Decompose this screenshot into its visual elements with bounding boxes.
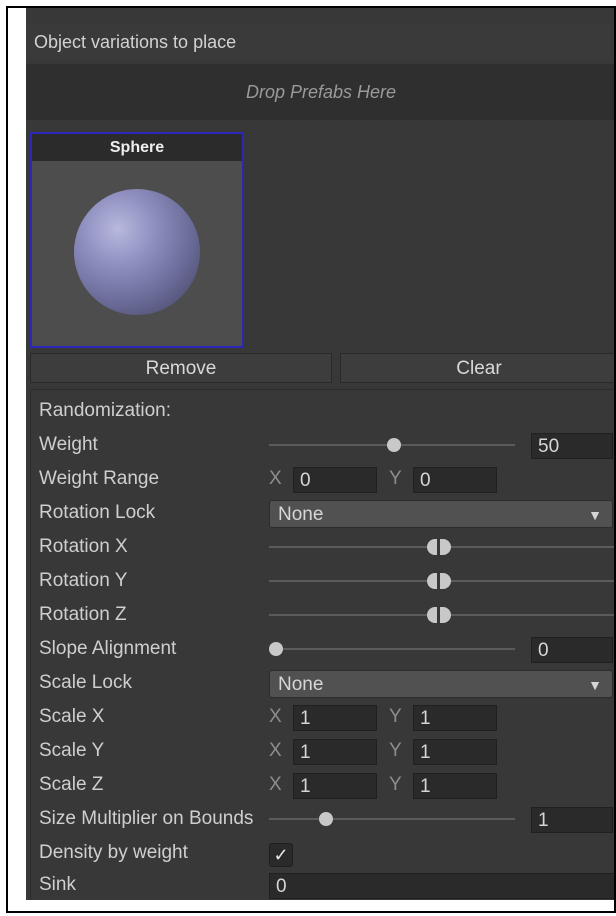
scale-lock-row: Scale Lock None ▼ <box>31 666 614 700</box>
size-multiplier-slider-track[interactable] <box>269 818 515 820</box>
scale-z-label: Scale Z <box>39 774 104 795</box>
randomization-header-row: Randomization: <box>31 394 614 428</box>
sink-label: Sink <box>39 874 76 895</box>
scale-z-y-field[interactable]: 1 <box>413 773 497 799</box>
scale-lock-value: None <box>278 674 324 695</box>
rotation-lock-row: Rotation Lock None ▼ <box>31 496 614 530</box>
rotation-x-minmax-knob[interactable] <box>427 539 451 555</box>
check-icon: ✓ <box>273 845 289 865</box>
rotation-z-minmax-knob[interactable] <box>427 607 451 623</box>
inspector-frame: Object variations to place Drop Prefabs … <box>6 6 616 913</box>
scale-lock-label: Scale Lock <box>39 672 132 693</box>
randomization-panel: Randomization: Weight 50 Weight Range X … <box>30 389 614 900</box>
weight-row: Weight 50 <box>31 428 614 462</box>
section-title: Object variations to place <box>26 24 614 60</box>
weight-label: Weight <box>39 434 98 455</box>
rotation-y-minmax-knob[interactable] <box>427 573 451 589</box>
weight-range-x-label: X <box>269 468 282 489</box>
rotation-z-label: Rotation Z <box>39 604 127 625</box>
sink-row: Sink 0 <box>31 868 614 900</box>
scale-x-label: Scale X <box>39 706 105 727</box>
weight-range-label: Weight Range <box>39 468 160 489</box>
scale-y-y-field[interactable]: 1 <box>413 739 497 765</box>
rotation-lock-label: Rotation Lock <box>39 502 156 523</box>
sphere-preview <box>74 189 200 315</box>
weight-range-row: Weight Range X 0 Y 0 <box>31 462 614 496</box>
size-multiplier-slider-knob[interactable] <box>319 812 333 826</box>
density-by-weight-checkbox[interactable]: ✓ <box>269 843 293 867</box>
prefab-tile-sphere[interactable]: Sphere <box>30 132 244 348</box>
rotation-x-row: Rotation X <box>31 530 614 564</box>
rotation-y-label: Rotation Y <box>39 570 128 591</box>
randomization-title: Randomization: <box>39 400 172 421</box>
scale-x-row: Scale X X 1 Y 1 <box>31 700 614 734</box>
size-multiplier-field[interactable]: 1 <box>531 807 613 833</box>
scale-z-row: Scale Z X 1 Y 1 <box>31 768 614 802</box>
scale-y-label: Scale Y <box>39 740 105 761</box>
slope-alignment-label: Slope Alignment <box>39 638 177 659</box>
scale-y-row: Scale Y X 1 Y 1 <box>31 734 614 768</box>
scale-y-y-label: Y <box>389 740 402 761</box>
scale-x-y-field[interactable]: 1 <box>413 705 497 731</box>
clear-button[interactable]: Clear <box>340 353 614 383</box>
size-multiplier-label: Size Multiplier on Bounds <box>39 808 254 829</box>
rotation-y-row: Rotation Y <box>31 564 614 598</box>
drop-prefabs-zone[interactable]: Drop Prefabs Here <box>26 64 614 120</box>
dropdown-arrow-icon: ▼ <box>588 677 602 693</box>
weight-range-y-field[interactable]: 0 <box>413 467 497 493</box>
rotation-x-label: Rotation X <box>39 536 128 557</box>
slope-alignment-row: Slope Alignment 0 <box>31 632 614 666</box>
weight-slider-knob[interactable] <box>387 438 401 452</box>
rotation-lock-dropdown[interactable]: None ▼ <box>269 500 613 528</box>
size-multiplier-row: Size Multiplier on Bounds 1 <box>31 802 614 836</box>
rotation-z-row: Rotation Z <box>31 598 614 632</box>
inspector-panel: Object variations to place Drop Prefabs … <box>26 8 614 900</box>
scale-x-y-label: Y <box>389 706 402 727</box>
weight-range-x-field[interactable]: 0 <box>293 467 377 493</box>
sink-field[interactable]: 0 <box>269 873 614 899</box>
slope-alignment-slider-knob[interactable] <box>269 642 283 656</box>
remove-button[interactable]: Remove <box>30 353 332 383</box>
scale-y-x-label: X <box>269 740 282 761</box>
scale-y-x-field[interactable]: 1 <box>293 739 377 765</box>
scale-z-x-field[interactable]: 1 <box>293 773 377 799</box>
scale-z-y-label: Y <box>389 774 402 795</box>
weight-field[interactable]: 50 <box>531 433 613 459</box>
scale-x-x-field[interactable]: 1 <box>293 705 377 731</box>
scale-lock-dropdown[interactable]: None ▼ <box>269 670 613 698</box>
rotation-lock-value: None <box>278 504 324 525</box>
slope-alignment-field[interactable]: 0 <box>531 637 613 663</box>
density-by-weight-row: Density by weight ✓ <box>31 836 614 870</box>
density-by-weight-label: Density by weight <box>39 842 188 863</box>
slope-alignment-slider-track[interactable] <box>269 648 515 650</box>
scale-x-x-label: X <box>269 706 282 727</box>
scale-z-x-label: X <box>269 774 282 795</box>
weight-range-y-label: Y <box>389 468 402 489</box>
dropdown-arrow-icon: ▼ <box>588 507 602 523</box>
prefab-tile-title: Sphere <box>32 134 242 161</box>
